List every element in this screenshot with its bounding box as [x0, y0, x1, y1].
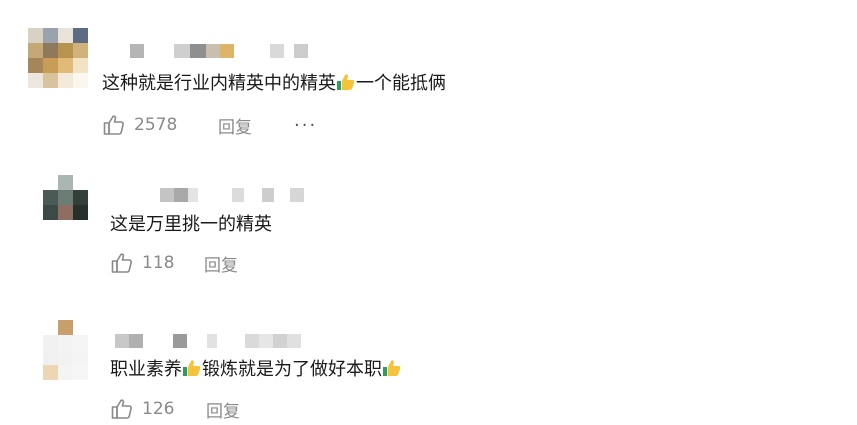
- like-count: 2578: [134, 115, 178, 135]
- avatar[interactable]: [43, 175, 103, 235]
- comment-actions: 2578 回复 ···: [102, 112, 352, 138]
- like-button[interactable]: 118: [110, 250, 174, 276]
- comment-item: 职业素养 锻炼就是为了做好本职 126 回复: [0, 290, 857, 425]
- like-button[interactable]: 126: [110, 396, 174, 422]
- more-label: ···: [294, 114, 318, 136]
- more-dots-icon[interactable]: ···: [294, 112, 317, 138]
- thumbs-up-emoji-icon: [337, 74, 355, 90]
- avatar[interactable]: [28, 28, 88, 88]
- comment-text-part: 一个能抵俩: [356, 73, 446, 94]
- comment-text: 职业素养 锻炼就是为了做好本职: [110, 358, 402, 382]
- thumbs-up-outline-icon: [111, 399, 132, 419]
- comment-text-part: 这种就是行业内精英中的精英: [102, 73, 336, 94]
- thumbs-up-outline-icon: [103, 115, 124, 135]
- comment-text: 这是万里挑一的精英: [110, 213, 272, 237]
- reply-button[interactable]: 回复: [206, 396, 240, 422]
- thumbs-up-outline-icon: [111, 253, 132, 273]
- like-count: 118: [142, 253, 175, 273]
- username-redacted[interactable]: [160, 188, 310, 202]
- reply-label: 回复: [204, 255, 238, 276]
- thumbs-up-emoji-icon: [383, 360, 401, 376]
- like-button[interactable]: 2578: [102, 112, 177, 138]
- comment-item: 这是万里挑一的精英 118 回复: [0, 150, 857, 290]
- like-count: 126: [142, 399, 175, 419]
- comment-text: 这种就是行业内精英中的精英 一个能抵俩: [102, 72, 446, 96]
- avatar[interactable]: [43, 320, 103, 380]
- comment-text-part: 职业素养: [110, 359, 182, 380]
- comment-text-part: 这是万里挑一的精英: [110, 214, 272, 235]
- username-redacted[interactable]: [130, 44, 330, 58]
- thumbs-up-emoji-icon: [183, 360, 201, 376]
- reply-button[interactable]: 回复: [218, 112, 252, 138]
- reply-button[interactable]: 回复: [204, 250, 238, 276]
- username-redacted[interactable]: [115, 334, 315, 348]
- comment-actions: 126 回复: [110, 396, 310, 422]
- comment-actions: 118 回复: [110, 250, 310, 276]
- comment-text-part: 锻炼就是为了做好本职: [202, 359, 382, 380]
- comment-item: 这种就是行业内精英中的精英 一个能抵俩 2578 回复 ···: [0, 0, 857, 150]
- reply-label: 回复: [218, 117, 252, 138]
- reply-label: 回复: [206, 401, 240, 422]
